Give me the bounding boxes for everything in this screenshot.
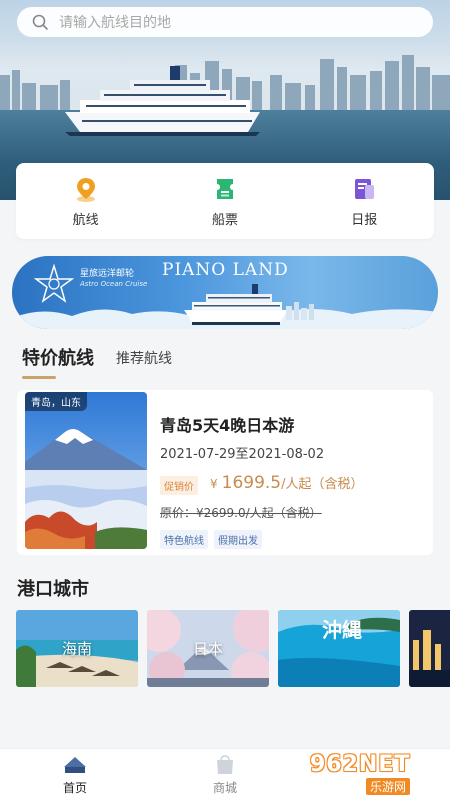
promo-banner[interactable]: 星旅远洋邮轮 Astro Ocean Cruise PIANO LAND xyxy=(12,256,438,329)
city-label: 日本 xyxy=(192,640,223,658)
watermark-main: 962NET xyxy=(310,752,411,777)
city-card-hainan[interactable]: 海南 xyxy=(16,610,138,687)
banner-brand-en: Astro Ocean Cruise xyxy=(80,280,148,288)
search-input[interactable]: 请输入航线目的地 xyxy=(59,12,171,32)
price-currency: ¥ xyxy=(210,477,218,491)
city-card-okinawa[interactable]: 沖縄 xyxy=(278,610,400,687)
mount-fuji-image xyxy=(25,392,147,549)
quick-entry-panel: 航线 船票 日报 xyxy=(16,163,434,239)
city-label: 海南 xyxy=(61,640,92,658)
ticket-icon xyxy=(216,178,233,199)
star-logo-icon xyxy=(34,264,74,303)
nav-shop[interactable]: 商城 xyxy=(185,755,265,796)
location-pin-icon xyxy=(76,177,95,202)
home-ship-icon xyxy=(64,757,86,773)
port-cities-list: 海南 日本 沖縄 xyxy=(16,610,450,687)
city-card-japan[interactable]: 日本 xyxy=(147,610,269,687)
city-card-night-city[interactable] xyxy=(409,610,450,687)
newspaper-icon xyxy=(355,178,375,199)
nav-label: 首页 xyxy=(62,781,87,795)
tab-recommended-routes[interactable]: 推荐航线 xyxy=(116,348,172,370)
route-tag: 假期出发 xyxy=(214,530,262,549)
nav-label: 商城 xyxy=(212,781,237,795)
banner-ship-image xyxy=(184,284,288,325)
promo-price-badge: 促销价 xyxy=(160,476,198,495)
shop-bag-icon xyxy=(217,755,233,774)
search-icon xyxy=(32,14,48,30)
quick-entry-routes[interactable]: 航线 xyxy=(41,175,131,228)
price-value: 1699.5 xyxy=(221,473,282,493)
search-bar[interactable]: 请输入航线目的地 xyxy=(17,7,433,37)
route-tag: 特色航线 xyxy=(160,530,208,549)
port-cities-title: 港口城市 xyxy=(17,579,89,600)
route-title: 青岛5天4晚日本游 xyxy=(160,416,295,435)
route-dates: 2021-07-29至2021-08-02 xyxy=(160,447,325,462)
quick-entry-tickets[interactable]: 船票 xyxy=(180,175,270,228)
quick-entry-label: 船票 xyxy=(211,212,238,228)
price-unit: /人起（含税） xyxy=(281,477,364,492)
quick-entry-label: 航线 xyxy=(72,212,99,228)
city-label: 沖縄 xyxy=(322,618,362,642)
route-location-tag: 青岛，山东 xyxy=(25,392,87,411)
nav-home[interactable]: 首页 xyxy=(35,755,115,796)
banner-title: PIANO LAND xyxy=(162,260,289,280)
route-tags: 特色航线 假期出发 xyxy=(160,530,262,549)
tab-active-indicator xyxy=(22,376,56,379)
route-image: 青岛，山东 xyxy=(25,392,147,549)
watermark-sub: 乐游网 xyxy=(366,778,411,795)
quick-entry-daily[interactable]: 日报 xyxy=(319,175,409,228)
route-card[interactable]: 青岛，山东 青岛5天4晚日本游 2021-07-29至2021-08-02 促销… xyxy=(17,390,433,555)
banner-brand-cn: 星旅远洋邮轮 xyxy=(80,269,135,279)
banner-island xyxy=(286,302,314,320)
tab-special-routes[interactable]: 特价航线 xyxy=(22,344,94,379)
cruise-ship-image xyxy=(65,66,260,136)
route-price: ¥1699.5/人起（含税） xyxy=(210,473,364,493)
original-price: 原价：¥2699.0/人起（含税） xyxy=(160,506,322,520)
quick-entry-label: 日报 xyxy=(351,212,378,228)
night-city-image xyxy=(409,610,450,687)
watermark-logo: 962NET 乐游网 xyxy=(310,752,446,795)
route-section-tabs: 特价航线 推荐航线 xyxy=(22,344,172,379)
tab-label: 特价航线 xyxy=(22,348,94,369)
